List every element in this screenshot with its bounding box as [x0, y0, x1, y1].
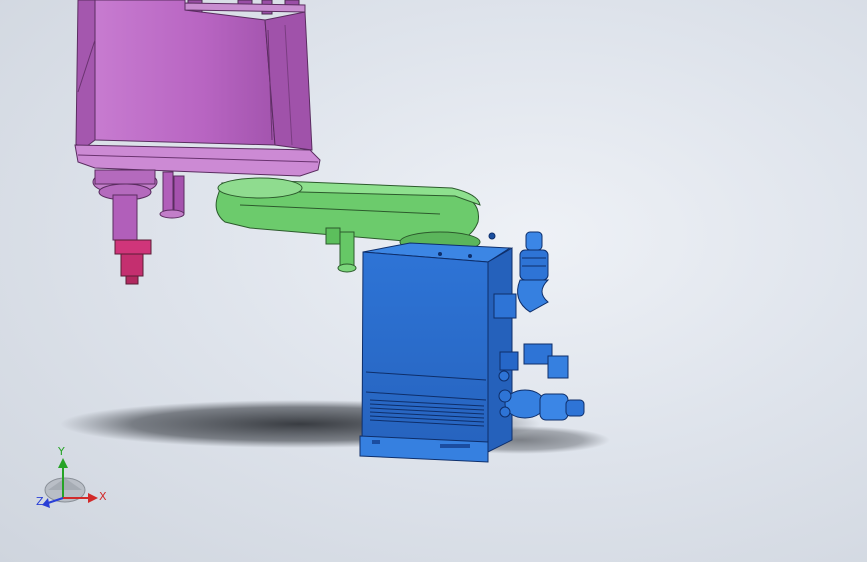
graphics-viewport[interactable]: Y X Z: [0, 0, 867, 562]
z-axis-label: Z: [36, 495, 44, 508]
cad-scene[interactable]: Y X Z: [0, 0, 867, 562]
axis-triad[interactable]: Y X Z: [36, 445, 107, 508]
controller-box[interactable]: [359, 232, 513, 463]
x-axis-label: X: [99, 490, 107, 503]
robot-base-body[interactable]: [74, 0, 321, 177]
y-axis-label: Y: [57, 445, 65, 458]
robot-joint-hub[interactable]: [92, 169, 185, 241]
tool-flange[interactable]: [114, 239, 152, 285]
